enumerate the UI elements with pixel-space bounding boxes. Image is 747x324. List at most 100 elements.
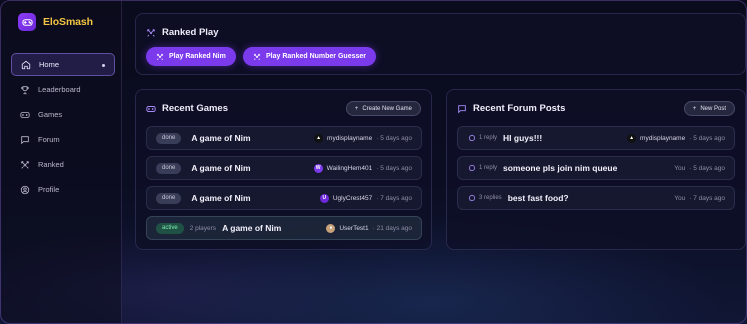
gamepad-icon: [20, 111, 30, 118]
ranked-play-title: Ranked Play: [162, 27, 219, 38]
game-row[interactable]: active 2 players A game of Nim ● UserTes…: [146, 216, 422, 240]
avatar: ●: [326, 223, 336, 233]
avatar: W: [313, 163, 323, 173]
sidebar: EloSmash Home Leaderboard Games Forum Ra…: [1, 1, 122, 323]
status-badge: done: [156, 132, 182, 144]
avatar: ▲: [314, 133, 324, 143]
user-circle-icon: [20, 185, 30, 194]
swords-icon: [156, 53, 164, 60]
button-label: Play Ranked Nim: [169, 53, 226, 60]
forum-post-row[interactable]: 3 replies best fast food? You · 7 days a…: [457, 186, 735, 210]
sidebar-item-forum[interactable]: Forum: [11, 128, 115, 151]
ranked-play-heading: Ranked Play: [146, 27, 219, 38]
recent-forum-posts-card: Recent Forum Posts + New Post 1 reply HI…: [446, 89, 746, 250]
username: You: [674, 194, 686, 202]
game-meta: ▲ mydisplayname · 5 days ago: [314, 133, 412, 143]
timestamp: · 7 days ago: [689, 194, 725, 202]
timestamp: · 5 days ago: [689, 164, 725, 172]
swords-icon: [21, 160, 29, 169]
brand[interactable]: EloSmash: [18, 13, 93, 31]
username: UglyCrest457: [332, 194, 373, 202]
swords-icon: [147, 28, 155, 37]
timestamp: · 7 days ago: [376, 194, 412, 202]
sidebar-item-label: Forum: [38, 135, 60, 144]
create-new-game-button[interactable]: + Create New Game: [345, 101, 421, 116]
sidebar-item-label: Home: [39, 60, 60, 69]
forum-post-row[interactable]: 1 reply someone pls join nim queue You ·…: [457, 156, 735, 180]
recent-games-heading: Recent Games: [146, 103, 228, 114]
sidebar-item-leaderboard[interactable]: Leaderboard: [11, 78, 115, 101]
username: WailingHem401: [326, 164, 373, 172]
username: You: [674, 164, 686, 172]
game-title: A game of Nim: [222, 223, 282, 233]
sidebar-item-ranked[interactable]: Ranked: [11, 153, 115, 176]
recent-games-title: Recent Games: [162, 103, 229, 114]
status-badge: done: [156, 192, 182, 204]
sidebar-item-home[interactable]: Home: [11, 53, 115, 76]
reply-count: 3 replies: [479, 195, 502, 201]
ranked-play-card: Ranked Play Play Ranked Nim Play Ranked …: [135, 13, 746, 75]
plus-icon: +: [354, 105, 359, 112]
play-ranked-number-guesser-button[interactable]: Play Ranked Number Guesser: [243, 47, 376, 66]
app-window: EloSmash Home Leaderboard Games Forum Ra…: [0, 0, 747, 324]
home-icon: [21, 60, 31, 69]
game-meta: ● UserTest1 · 21 days ago: [326, 223, 412, 233]
username: mydisplayname: [327, 134, 373, 142]
message-square-icon: [458, 104, 466, 113]
gamepad-icon: [146, 105, 156, 112]
trophy-icon: [21, 85, 29, 94]
play-ranked-nim-button[interactable]: Play Ranked Nim: [146, 47, 236, 66]
game-title: A game of Nim: [191, 133, 251, 143]
reply-bubble-icon: [468, 134, 476, 142]
recent-forum-posts-heading: Recent Forum Posts: [457, 103, 565, 114]
post-title: HI guys!!!: [503, 133, 543, 143]
swords-icon: [253, 53, 261, 60]
avatar: ▲: [627, 133, 637, 143]
recent-games-card: Recent Games + Create New Game done A ga…: [135, 89, 432, 250]
button-label: Play Ranked Number Guesser: [266, 53, 366, 60]
game-meta: W WailingHem401 · 5 days ago: [313, 163, 412, 173]
sidebar-nav: Home Leaderboard Games Forum Ranked Prof…: [11, 53, 115, 203]
timestamp: · 5 days ago: [376, 134, 412, 142]
username: mydisplayname: [640, 134, 686, 142]
avatar: U: [319, 193, 329, 203]
game-title: A game of Nim: [191, 163, 251, 173]
reply-count: 1 reply: [479, 165, 498, 171]
button-label: New Post: [700, 105, 726, 112]
reply-count: 1 reply: [479, 135, 498, 141]
recent-forum-posts-title: Recent Forum Posts: [473, 103, 566, 114]
gamepad-logo-icon: [18, 13, 36, 31]
sidebar-item-profile[interactable]: Profile: [11, 178, 115, 201]
game-row[interactable]: done A game of Nim U UglyCrest457 · 7 da…: [146, 186, 422, 210]
game-row[interactable]: done A game of Nim ▲ mydisplayname · 5 d…: [146, 126, 422, 150]
message-square-icon: [21, 135, 29, 144]
active-indicator-dot: [102, 64, 105, 67]
plus-icon: +: [692, 105, 697, 112]
new-post-button[interactable]: + New Post: [683, 101, 735, 116]
username: UserTest1: [339, 224, 369, 232]
post-title: best fast food?: [507, 193, 569, 203]
player-count: 2 players: [189, 224, 217, 232]
sidebar-item-label: Ranked: [38, 160, 64, 169]
sidebar-item-label: Profile: [38, 185, 60, 194]
brand-name: EloSmash: [43, 16, 93, 28]
sidebar-item-games[interactable]: Games: [11, 103, 115, 126]
status-badge: active: [156, 222, 184, 234]
game-meta: U UglyCrest457 · 7 days ago: [319, 193, 412, 203]
post-title: someone pls join nim queue: [503, 163, 618, 173]
sidebar-item-label: Games: [38, 110, 63, 119]
sidebar-item-label: Leaderboard: [38, 85, 81, 94]
forum-post-row[interactable]: 1 reply HI guys!!! ▲ mydisplayname · 5 d…: [457, 126, 735, 150]
timestamp: · 5 days ago: [376, 164, 412, 172]
reply-bubble-icon: [468, 194, 476, 202]
game-row[interactable]: done A game of Nim W WailingHem401 · 5 d…: [146, 156, 422, 180]
post-meta: ▲ mydisplayname · 5 days ago: [627, 133, 725, 143]
timestamp: · 21 days ago: [372, 224, 412, 232]
reply-bubble-icon: [468, 164, 476, 172]
button-label: Create New Game: [362, 105, 412, 112]
game-title: A game of Nim: [191, 193, 251, 203]
timestamp: · 5 days ago: [689, 134, 725, 142]
post-meta: You · 7 days ago: [674, 195, 725, 202]
status-badge: done: [156, 162, 182, 174]
post-meta: You · 5 days ago: [674, 165, 725, 172]
